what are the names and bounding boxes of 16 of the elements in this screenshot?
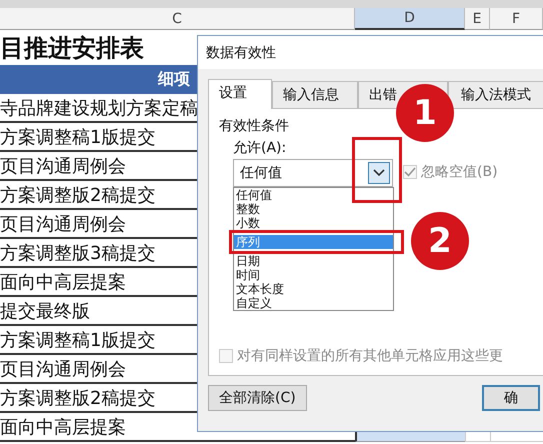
tab[interactable]: 输入信息	[272, 81, 358, 108]
tab[interactable]: 输入法模式	[448, 81, 543, 108]
column-header[interactable]: F	[490, 8, 543, 30]
column-header[interactable]: C	[0, 8, 355, 30]
dropdown-button[interactable]	[368, 162, 390, 184]
column-header[interactable]: D	[355, 8, 465, 30]
sheet-title: 目推进安排表	[0, 32, 144, 64]
checkbox-label: 忽略空值(B)	[421, 163, 498, 181]
clear-all-button[interactable]: 全部清除(C)	[208, 385, 307, 411]
chevron-icon	[373, 169, 385, 177]
highlight-frame	[352, 137, 402, 203]
ok-button[interactable]: 确	[482, 385, 540, 411]
allow-dropdown[interactable]: 任何值	[233, 159, 393, 187]
tab[interactable]: 设置	[208, 79, 272, 109]
column-header[interactable]: E	[465, 8, 490, 30]
dialog-title: 数据有效性	[198, 36, 543, 69]
